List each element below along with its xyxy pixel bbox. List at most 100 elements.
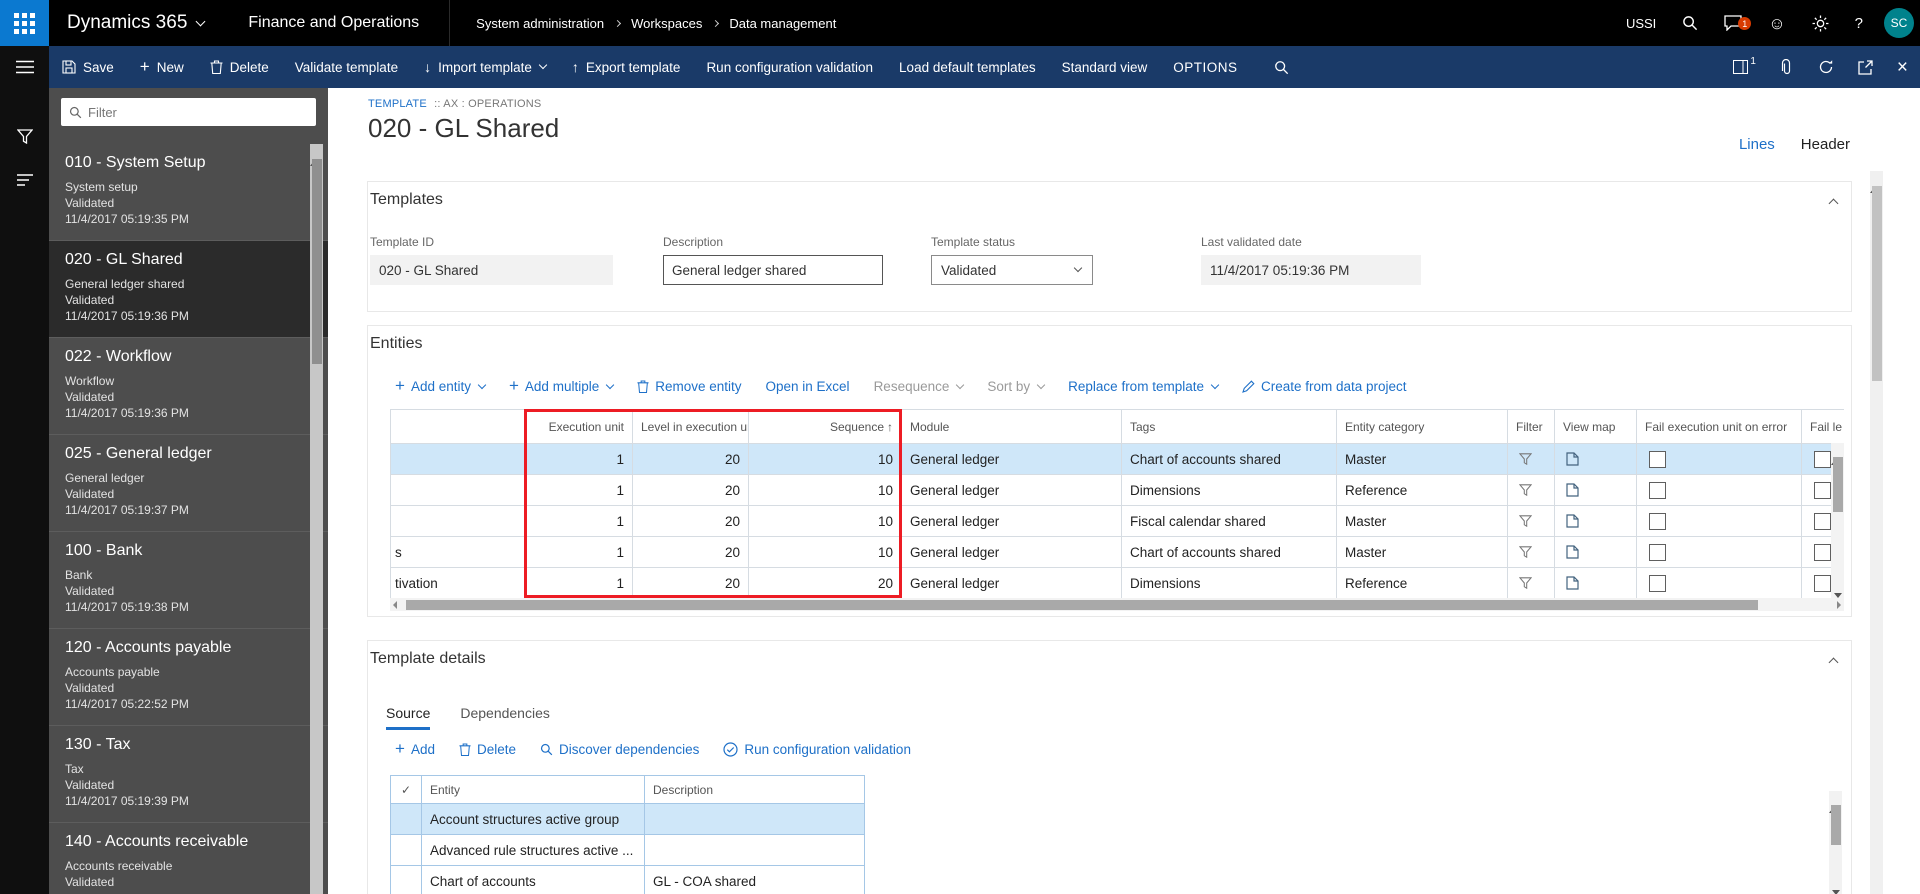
view-map-icon[interactable] [1566, 545, 1628, 559]
entities-grid-scrollbar[interactable] [1831, 443, 1844, 598]
add-button[interactable]: + Add [395, 742, 435, 757]
tab-lines[interactable]: Lines [1739, 136, 1775, 153]
export-template-button[interactable]: ↑ Export template [559, 46, 694, 88]
filter-funnel-icon[interactable] [1519, 515, 1546, 527]
cell-entity-category[interactable]: Master [1337, 506, 1508, 537]
cell-row-selector[interactable] [391, 866, 422, 894]
search-button[interactable] [1669, 15, 1711, 31]
page-scrollbar[interactable] [1870, 171, 1883, 894]
help-button[interactable]: ? [1842, 15, 1876, 32]
discover-dependencies-button[interactable]: Discover dependencies [540, 742, 699, 757]
cell-tags[interactable]: Chart of accounts shared [1122, 444, 1337, 475]
open-in-excel-button[interactable]: Open in Excel [766, 379, 850, 394]
new-button[interactable]: + New [127, 46, 197, 88]
entity-row[interactable]: 1 20 10 General ledger Fiscal calendar s… [391, 506, 1845, 537]
cell-description[interactable] [645, 804, 865, 835]
view-map-icon[interactable] [1566, 452, 1628, 466]
cell-entity-name[interactable] [391, 506, 526, 537]
resequence-button[interactable]: Resequence [874, 379, 964, 394]
details-row[interactable]: Advanced rule structures active ... [391, 835, 865, 866]
cell-tags[interactable]: Fiscal calendar shared [1122, 506, 1337, 537]
fail-execution-unit-checkbox[interactable] [1649, 575, 1666, 592]
scrollbar-thumb[interactable] [1831, 805, 1841, 845]
remove-entity-button[interactable]: Remove entity [637, 379, 741, 394]
scrollbar-thumb[interactable] [1872, 186, 1882, 381]
cell-entity-name[interactable] [391, 444, 526, 475]
cell-level[interactable]: 20 [633, 475, 749, 506]
cell-entity-category[interactable]: Reference [1337, 568, 1508, 599]
tab-dependencies[interactable]: Dependencies [460, 705, 550, 730]
entity-row[interactable]: 1 20 10 General ledger Chart of accounts… [391, 444, 1845, 475]
cell-description[interactable] [645, 835, 865, 866]
cell-module[interactable]: General ledger [902, 568, 1122, 599]
cell-execution-unit[interactable]: 1 [526, 444, 633, 475]
template-list-item-120[interactable]: 120 - Accounts payable Accounts payable … [49, 629, 328, 726]
import-template-button[interactable]: ↓ Import template [411, 46, 559, 88]
col-execution-unit[interactable]: Execution unit [526, 410, 633, 444]
run-configuration-validation-link[interactable]: Run configuration validation [723, 742, 911, 757]
cell-description[interactable]: GL - COA shared [645, 866, 865, 894]
fail-execution-unit-checkbox[interactable] [1649, 451, 1666, 468]
tab-source[interactable]: Source [386, 705, 430, 730]
sort-by-button[interactable]: Sort by [987, 379, 1044, 394]
entity-row[interactable]: tivation 1 20 20 General ledger Dimensio… [391, 568, 1845, 599]
fail-execution-unit-checkbox[interactable] [1649, 513, 1666, 530]
col-fail-level[interactable]: Fail le [1802, 410, 1845, 444]
scrollbar-thumb[interactable] [1833, 457, 1843, 512]
col-tags[interactable]: Tags [1122, 410, 1337, 444]
refresh-button[interactable] [1806, 46, 1846, 88]
fail-level-checkbox[interactable] [1814, 544, 1831, 561]
filter-input[interactable] [88, 105, 308, 120]
sidebar-scrollbar[interactable] [310, 144, 323, 894]
tab-header[interactable]: Header [1801, 136, 1850, 153]
entity-row[interactable]: 1 20 10 General ledger Dimensions Refere… [391, 475, 1845, 506]
settings-button[interactable] [1799, 15, 1842, 32]
details-grid-scrollbar[interactable] [1829, 791, 1842, 894]
filter-pane-button[interactable] [0, 116, 49, 156]
template-list-item-100[interactable]: 100 - Bank Bank Validated 11/4/2017 05:1… [49, 532, 328, 629]
replace-from-template-button[interactable]: Replace from template [1068, 379, 1218, 394]
breadcrumb-item-workspaces[interactable]: Workspaces [631, 16, 702, 31]
entity-row[interactable]: s 1 20 10 General ledger Chart of accoun… [391, 537, 1845, 568]
cell-sequence[interactable]: 20 [749, 568, 902, 599]
template-list-item-025[interactable]: 025 - General ledger General ledger Vali… [49, 435, 328, 532]
cell-module[interactable]: General ledger [902, 537, 1122, 568]
app-name[interactable]: Finance and Operations [248, 14, 419, 32]
cell-tags[interactable]: Chart of accounts shared [1122, 537, 1337, 568]
cell-entity[interactable]: Chart of accounts [422, 866, 645, 894]
col-select-all[interactable]: ✓ [391, 776, 422, 804]
breadcrumb-item-data-management[interactable]: Data management [729, 16, 836, 31]
attachments-button[interactable] [1768, 46, 1806, 88]
col-entity[interactable]: Entity [422, 776, 645, 804]
template-list-item-010[interactable]: 010 - System Setup System setup Validate… [49, 144, 328, 241]
cell-entity-category[interactable]: Reference [1337, 475, 1508, 506]
fail-level-checkbox[interactable] [1814, 482, 1831, 499]
filter-funnel-icon[interactable] [1519, 577, 1546, 589]
create-from-data-project-button[interactable]: Create from data project [1242, 379, 1407, 394]
template-list-item-140[interactable]: 140 - Accounts receivable Accounts recei… [49, 823, 328, 894]
fail-execution-unit-checkbox[interactable] [1649, 544, 1666, 561]
col-entity-name[interactable] [391, 410, 526, 444]
template-status-select[interactable]: Validated [931, 255, 1093, 285]
delete-row-button[interactable]: Delete [459, 742, 516, 757]
cell-row-selector[interactable] [391, 804, 422, 835]
cell-entity[interactable]: Advanced rule structures active ... [422, 835, 645, 866]
template-list-item-020[interactable]: 020 - GL Shared General ledger shared Va… [49, 241, 328, 338]
save-button[interactable]: Save [49, 46, 127, 88]
details-row[interactable]: Chart of accounts GL - COA shared [391, 866, 865, 894]
actionbar-search-button[interactable] [1258, 60, 1305, 75]
standard-view-button[interactable]: Standard view [1049, 46, 1161, 88]
cell-entity-name[interactable] [391, 475, 526, 506]
validate-template-button[interactable]: Validate template [282, 46, 411, 88]
cell-module[interactable]: General ledger [902, 506, 1122, 537]
cell-sequence[interactable]: 10 [749, 506, 902, 537]
filter-funnel-icon[interactable] [1519, 484, 1546, 496]
message-center-button[interactable]: 1 [1711, 15, 1755, 31]
description-field[interactable] [663, 255, 883, 285]
add-multiple-button[interactable]: + Add multiple [509, 379, 613, 394]
col-view-map[interactable]: View map [1555, 410, 1637, 444]
collapse-templates-button[interactable] [1829, 199, 1839, 209]
cell-execution-unit[interactable]: 1 [526, 537, 633, 568]
cell-execution-unit[interactable]: 1 [526, 475, 633, 506]
fail-level-checkbox[interactable] [1814, 513, 1831, 530]
